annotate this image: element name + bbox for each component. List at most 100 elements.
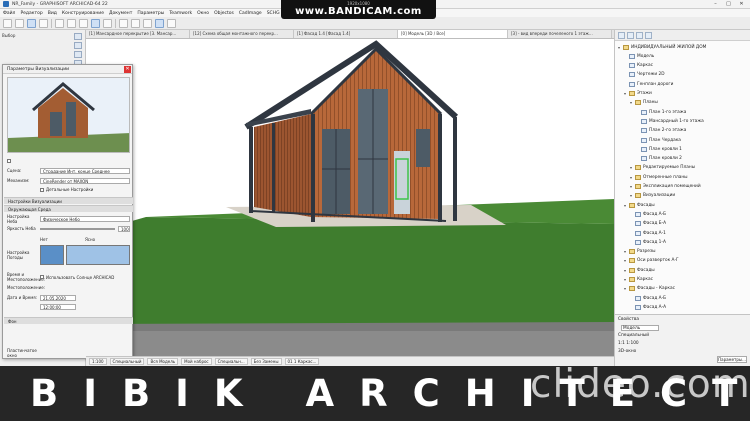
view-tab[interactable]: [1] Фасад 1.4 [Фасад 1.4]: [294, 30, 398, 38]
menu-item[interactable]: Документ: [109, 11, 132, 16]
menu-item[interactable]: Objectos: [214, 11, 234, 16]
toolbar-tool-icon[interactable]: [91, 18, 100, 28]
3d-viewport[interactable]: [86, 39, 614, 356]
expand-arrow-icon[interactable]: ▾: [624, 258, 628, 263]
expand-arrow-icon[interactable]: ▾: [618, 45, 622, 50]
weather-swatch-clear[interactable]: [40, 245, 64, 265]
toolbar-tool-icon[interactable]: [143, 18, 152, 28]
expand-arrow-icon[interactable]: ▾: [630, 184, 634, 189]
minimize-button[interactable]: –: [709, 0, 722, 8]
view-tab[interactable]: [1] Мансардное перекрытие [3. Мансар...: [86, 30, 190, 38]
menu-item[interactable]: Параметры: [137, 11, 164, 16]
publisher-icon[interactable]: [645, 31, 652, 39]
use-sun-checkbox[interactable]: [40, 275, 44, 279]
expand-arrow-icon[interactable]: ▾: [630, 100, 634, 105]
menu-item[interactable]: Вид: [48, 11, 57, 16]
brightness-slider[interactable]: [40, 227, 115, 230]
navigator-item[interactable]: ▾ Визуализации: [630, 192, 675, 200]
navigator-item[interactable]: Мансардный 1-го этажа: [636, 117, 704, 125]
navigator-item[interactable]: ▾ Разрезы: [624, 248, 656, 256]
toolbar-tool-icon[interactable]: [155, 18, 164, 28]
sky-select[interactable]: Физическое Небо: [40, 215, 130, 222]
navigator-item[interactable]: Каркас: [624, 62, 653, 70]
view-tab[interactable]: [3] - вид впереди почеленого 1 этаж...: [508, 30, 612, 38]
navigator-item[interactable]: ▾ Оси разверток А-Г: [624, 257, 679, 265]
navigator-item[interactable]: ▾ Каркас: [624, 276, 653, 284]
menu-item[interactable]: SCHG: [267, 11, 280, 16]
navigator-item[interactable]: Фасад А-А: [630, 303, 666, 311]
status-cell[interactable]: Вся Модель: [147, 358, 179, 365]
status-cell[interactable]: Специальн...: [214, 358, 248, 365]
arrow-tool-icon[interactable]: [74, 33, 82, 40]
marquee-tool-icon[interactable]: [74, 42, 82, 49]
view-tab[interactable]: [12] Схема общая монтажного перекр...: [190, 30, 294, 38]
wall-tool-icon[interactable]: [74, 51, 82, 58]
navigator-item[interactable]: Фасад А-Б: [630, 210, 666, 218]
navigator-item[interactable]: ▾ Экспликация помещений: [630, 183, 701, 191]
toolbar-tool-icon[interactable]: [79, 18, 88, 28]
navigator-item[interactable]: ▾ ИНДИВИДУАЛЬНЫЙ ЖИЛОЙ ДОМ: [618, 43, 706, 51]
navigator-item[interactable]: Фасад Б-А: [630, 220, 666, 228]
menu-item[interactable]: Файл: [3, 11, 15, 16]
menu-item[interactable]: Окно: [197, 11, 209, 16]
background-section[interactable]: Фон: [4, 317, 133, 324]
navigator-item[interactable]: ▾ Фасады: [624, 266, 655, 274]
date-input[interactable]: 21.05.2020: [40, 294, 76, 301]
navigator-item[interactable]: ▾ Планы: [630, 99, 658, 107]
navigator-item[interactable]: План 2-го этажа: [636, 127, 686, 135]
expand-arrow-icon[interactable]: ▾: [624, 268, 628, 273]
toolbar-tool-icon[interactable]: [15, 18, 24, 28]
navigator-item[interactable]: Генплан дороги: [624, 80, 673, 88]
navigator-item[interactable]: Фасад А-1: [630, 229, 666, 237]
navigator-item[interactable]: Модель: [624, 52, 654, 60]
scene-select[interactable]: Страдание Инт. конце Среднее: [40, 167, 130, 174]
status-cell[interactable]: Специальный: [109, 358, 145, 365]
time-input[interactable]: 12:00:00: [40, 303, 76, 310]
status-cell[interactable]: Мой наброс: [181, 358, 212, 365]
navigator-item[interactable]: Чертежи 2D: [624, 71, 665, 79]
menu-item[interactable]: CadImage: [239, 11, 262, 16]
expand-arrow-icon[interactable]: ▾: [624, 277, 628, 282]
close-window-button[interactable]: ✕: [735, 0, 748, 8]
toolbar-tool-icon[interactable]: [55, 18, 64, 28]
toolbar-tool-icon[interactable]: [131, 18, 140, 28]
toolbar-tool-icon[interactable]: [27, 18, 36, 28]
view-name-field[interactable]: Модель: [621, 325, 659, 331]
toolbar-tool-icon[interactable]: [103, 18, 112, 28]
brightness-input[interactable]: 100: [118, 225, 130, 232]
expand-arrow-icon[interactable]: ▾: [624, 91, 628, 96]
menu-item[interactable]: Редактор: [20, 11, 42, 16]
menu-item[interactable]: Teamwork: [169, 11, 192, 16]
navigator-item[interactable]: План кровли 1: [636, 145, 682, 153]
expand-arrow-icon[interactable]: ▾: [624, 203, 628, 208]
navigator-item[interactable]: ▾ Фасады - Каркас: [624, 285, 675, 293]
navigator-item[interactable]: ▾ Редактируемые Планы: [630, 164, 695, 172]
view-tab[interactable]: [0] Модель [3D / Все]: [398, 30, 508, 38]
engine-select[interactable]: CineRender от MAXON: [40, 177, 130, 184]
expand-arrow-icon[interactable]: ▾: [624, 249, 628, 254]
status-cell[interactable]: Без Замены: [250, 358, 282, 365]
render-settings-section[interactable]: Настройки Визуализации: [4, 197, 133, 204]
expand-arrow-icon[interactable]: ▾: [630, 165, 634, 170]
expand-arrow-icon[interactable]: ▾: [630, 175, 634, 180]
view-map-icon[interactable]: [627, 31, 634, 39]
weather-swatch-preview[interactable]: [66, 245, 130, 265]
status-cell[interactable]: 1:100: [89, 358, 107, 365]
navigator-item[interactable]: План 1-го этажа: [636, 108, 686, 116]
navigator-item[interactable]: План Чердака: [636, 136, 681, 144]
maximize-button[interactable]: □: [722, 0, 735, 8]
dialog-close-button[interactable]: ✕: [124, 66, 131, 73]
layout-book-icon[interactable]: [636, 31, 643, 39]
navigator-item[interactable]: ▾ Фасады: [624, 201, 655, 209]
project-map-icon[interactable]: [618, 31, 625, 39]
navigator-item[interactable]: Фасад А-Б: [630, 294, 666, 302]
expand-arrow-icon[interactable]: ▾: [624, 286, 628, 291]
environment-section[interactable]: Окружающая Среда: [4, 205, 133, 212]
toolbar-tool-icon[interactable]: [167, 18, 176, 28]
status-cell[interactable]: 01 1 Каркас...: [284, 358, 320, 365]
detailed-settings-checkbox[interactable]: [40, 187, 44, 192]
navigator-item[interactable]: ▾ Этажи: [624, 90, 652, 98]
toolbar-tool-icon[interactable]: [67, 18, 76, 28]
toolbar-tool-icon[interactable]: [119, 18, 128, 28]
menu-item[interactable]: Конструирование: [62, 11, 104, 16]
